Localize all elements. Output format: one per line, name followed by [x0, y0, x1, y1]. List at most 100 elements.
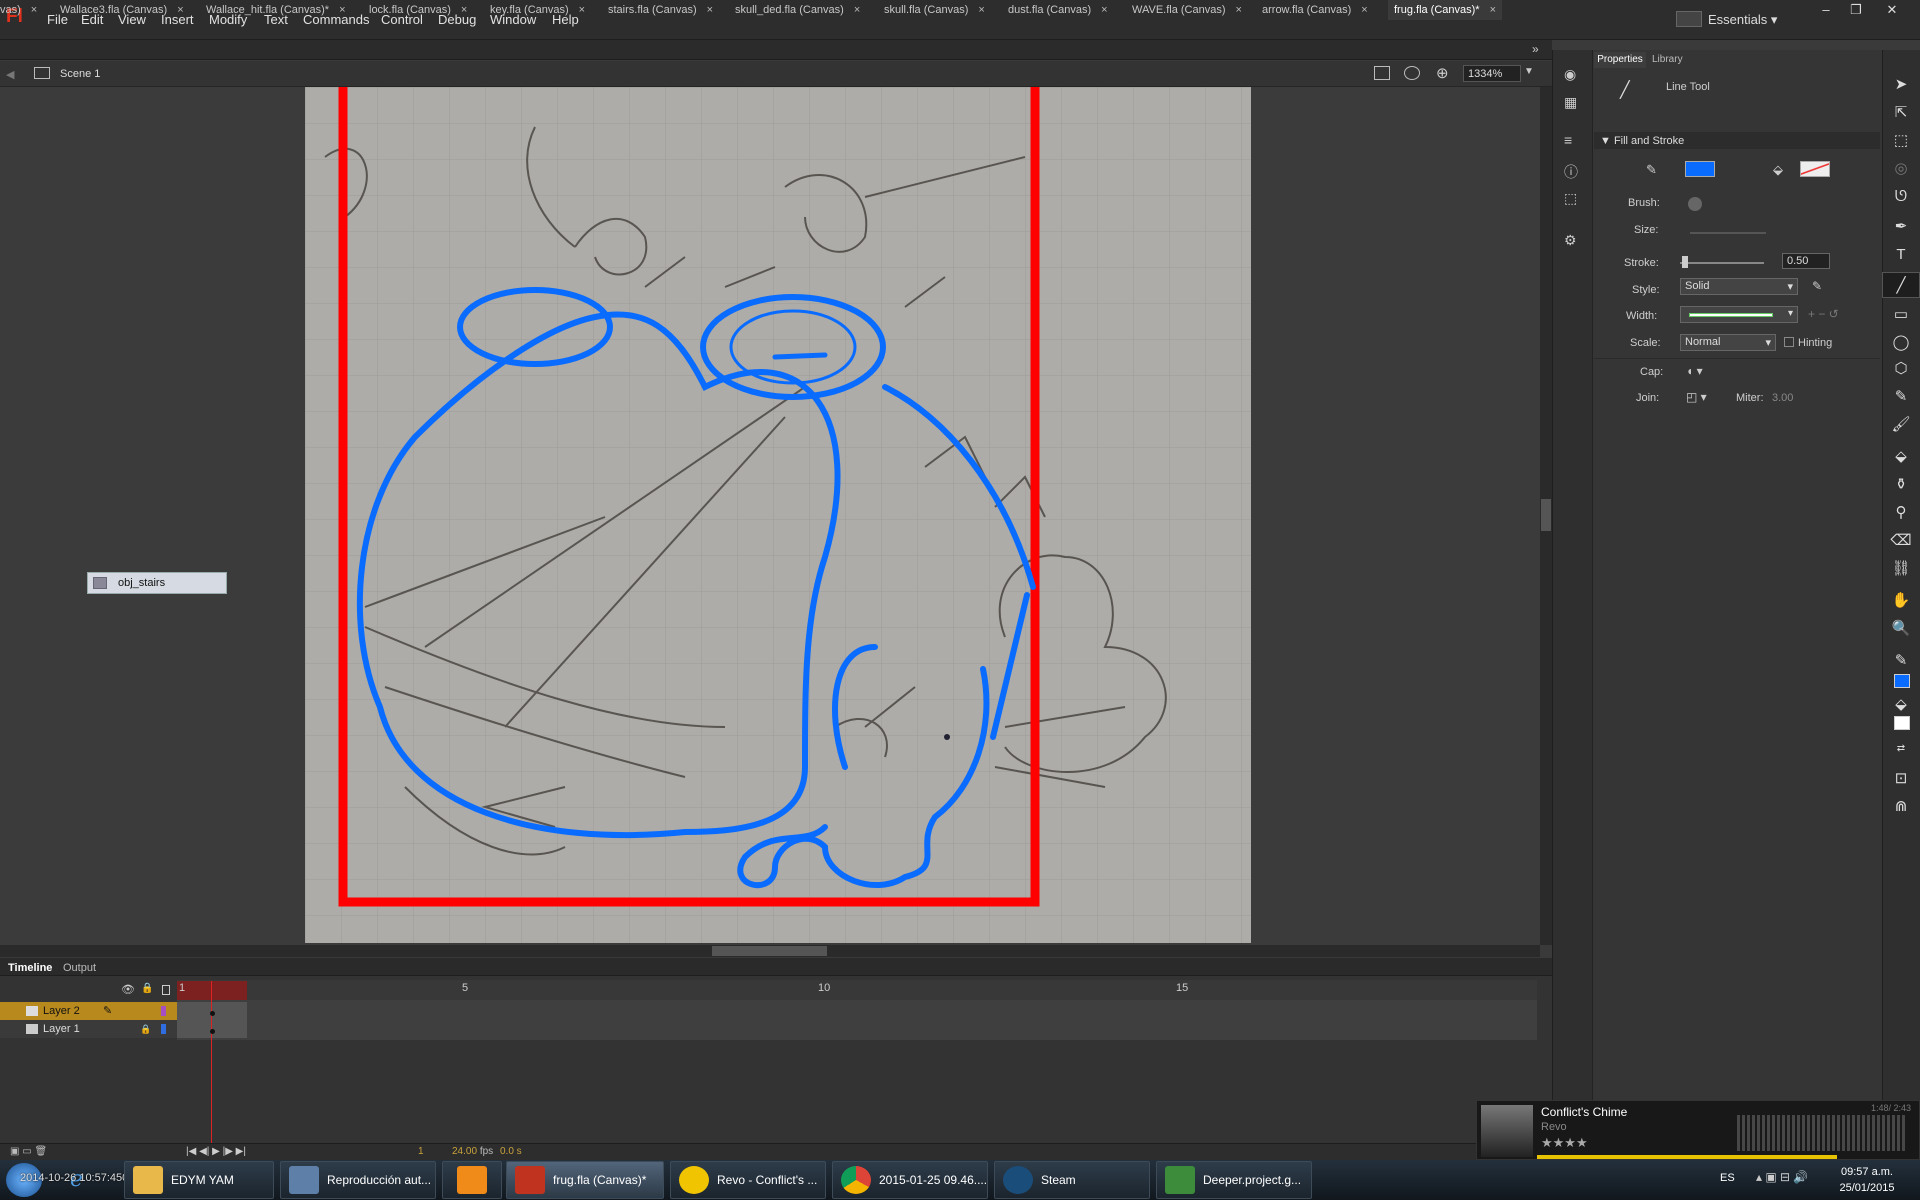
3d-rotation-tool-icon[interactable]: ◎: [1882, 156, 1920, 182]
track-progress[interactable]: [1537, 1155, 1837, 1159]
frames-grid[interactable]: [177, 1000, 1537, 1040]
taskbar-item[interactable]: Deeper.project.g...: [1156, 1161, 1312, 1199]
doc-tab[interactable]: WAVE.fla (Canvas) ×: [1132, 0, 1242, 20]
size-slider[interactable]: [1690, 232, 1766, 234]
system-clock[interactable]: 09:57 a.m. 25/01/2015: [1820, 1164, 1914, 1196]
close-window-button[interactable]: ✕: [1872, 0, 1912, 22]
outline-icon[interactable]: [162, 985, 170, 995]
tabs-overflow-icon[interactable]: »: [1532, 42, 1539, 56]
width-profile-dropdown[interactable]: ▾: [1680, 306, 1798, 323]
hinting-checkbox[interactable]: [1784, 337, 1794, 347]
horizontal-scrollbar[interactable]: [0, 945, 1540, 957]
join-dropdown[interactable]: ◰ ▾: [1686, 390, 1707, 404]
doc-tab[interactable]: skull.fla (Canvas) ×: [884, 0, 985, 20]
subselection-tool-icon[interactable]: ⇱: [1882, 100, 1920, 126]
frame-ruler[interactable]: [177, 980, 1537, 1000]
hand-tool-icon[interactable]: ✋: [1882, 588, 1920, 614]
maximize-button[interactable]: ❐: [1842, 0, 1870, 22]
new-layer-icon[interactable]: ▣ ▭ 🗑: [10, 1146, 47, 1157]
center-stage-icon[interactable]: ⊕: [1436, 64, 1449, 82]
edit-stroke-style-icon[interactable]: ✎: [1812, 279, 1822, 293]
taskbar-item[interactable]: Steam: [994, 1161, 1150, 1199]
bone-tool-icon[interactable]: ⛓: [1882, 556, 1920, 582]
taskbar-item[interactable]: EDYM YAM: [124, 1161, 274, 1199]
swap-colors-icon[interactable]: ⇄: [1882, 736, 1920, 762]
doc-tab[interactable]: dust.fla (Canvas) ×: [1008, 0, 1108, 20]
playback-controls[interactable]: |◀ ◀| ▶ |▶ ▶|: [186, 1146, 246, 1157]
workspace-switcher[interactable]: Essentials ▾: [1708, 12, 1777, 28]
style-dropdown[interactable]: Solid ▾: [1680, 278, 1798, 295]
polystar-tool-icon[interactable]: ⬡: [1882, 356, 1920, 382]
eye-icon[interactable]: 👁: [121, 983, 135, 996]
vertical-scrollbar[interactable]: [1540, 87, 1552, 945]
layer-color-swatch[interactable]: [161, 1024, 166, 1034]
tray-icons[interactable]: ▴ ▣ ⊟ 🔊: [1756, 1170, 1808, 1184]
scale-dropdown[interactable]: Normal ▾: [1680, 334, 1776, 351]
lock-icon[interactable]: 🔒: [141, 983, 153, 994]
stroke-color-swatch[interactable]: [1685, 161, 1715, 177]
cap-dropdown[interactable]: ◖ ▾: [1686, 364, 1703, 378]
stage-sketch-photo[interactable]: [305, 87, 1251, 943]
rectangle-tool-icon[interactable]: ▭: [1882, 302, 1920, 328]
paint-bucket-tool-icon[interactable]: ⬙: [1882, 444, 1920, 470]
oval-tool-icon[interactable]: ◯: [1882, 330, 1920, 356]
zoom-dropdown-icon[interactable]: ▼: [1524, 66, 1534, 77]
tab-library[interactable]: Library: [1652, 54, 1683, 65]
current-frame[interactable]: 1: [418, 1146, 424, 1157]
taskbar-item[interactable]: Revo - Conflict's ...: [670, 1161, 826, 1199]
music-player-widget[interactable]: Conflict's Chime Revo ★★★★ 1:48/ 2:43: [1476, 1100, 1920, 1160]
align-icon[interactable]: ≡: [1564, 132, 1572, 148]
line-tool-icon[interactable]: ╱: [1882, 272, 1920, 298]
fps-value[interactable]: 24.00 fps: [452, 1146, 493, 1157]
taskbar-item[interactable]: 2015-01-25 09.46....: [832, 1161, 988, 1199]
components-icon[interactable]: ⚙: [1564, 232, 1577, 249]
track-rating[interactable]: ★★★★: [1541, 1135, 1588, 1151]
transform-icon[interactable]: ⬚: [1564, 190, 1577, 207]
toolbar-fill-swatch[interactable]: [1894, 716, 1910, 730]
zoom-input[interactable]: 1334%: [1463, 65, 1521, 82]
swatches-icon[interactable]: ▦: [1564, 94, 1577, 111]
language-indicator[interactable]: ES: [1720, 1172, 1735, 1184]
stroke-slider-thumb[interactable]: [1682, 256, 1688, 268]
miter-value[interactable]: 3.00: [1772, 392, 1793, 404]
color-panel-icon[interactable]: ◉: [1564, 66, 1576, 83]
doc-tab[interactable]: vas) ×: [0, 0, 37, 20]
taskbar-item[interactable]: Reproducción aut...: [280, 1161, 436, 1199]
brush-tool-icon[interactable]: 🖌: [1882, 412, 1920, 438]
vertical-scroll-thumb[interactable]: [1541, 499, 1551, 531]
selection-tool-icon[interactable]: ➤: [1882, 72, 1920, 98]
section-fill-stroke[interactable]: ▼ Fill and Stroke: [1600, 135, 1684, 147]
doc-tab[interactable]: skull_ded.fla (Canvas) ×: [735, 0, 860, 20]
symbol-instance-label[interactable]: obj_stairs: [87, 572, 227, 594]
doc-tab-active[interactable]: frug.fla (Canvas)* ×: [1388, 0, 1503, 20]
taskbar-item[interactable]: [442, 1161, 502, 1199]
doc-tab[interactable]: lock.fla (Canvas) ×: [369, 0, 467, 20]
text-tool-icon[interactable]: T: [1882, 242, 1920, 268]
doc-tab[interactable]: arrow.fla (Canvas) ×: [1262, 0, 1368, 20]
playhead-line[interactable]: [211, 981, 212, 1143]
tab-output[interactable]: Output: [63, 962, 96, 974]
layer-lock-icon[interactable]: 🔒: [140, 1020, 151, 1038]
width-tools-icon[interactable]: + − ↺: [1808, 307, 1839, 321]
eraser-tool-icon[interactable]: ⌫: [1882, 528, 1920, 554]
layer-color-swatch[interactable]: [161, 1006, 166, 1016]
layer-row-layer1[interactable]: Layer 1 🔒: [0, 1020, 177, 1038]
doc-tab[interactable]: Wallace3.fla (Canvas) ×: [60, 0, 184, 20]
tab-properties[interactable]: Properties: [1594, 52, 1646, 68]
doc-tab[interactable]: key.fla (Canvas) ×: [490, 0, 585, 20]
lasso-tool-icon[interactable]: ᘎ: [1882, 184, 1920, 210]
doc-tab[interactable]: Wallace_hit.fla (Canvas)* ×: [206, 0, 346, 20]
doc-tab[interactable]: stairs.fla (Canvas) ×: [608, 0, 713, 20]
snap-icon[interactable]: ⊡: [1882, 766, 1920, 792]
tab-timeline[interactable]: Timeline: [8, 962, 52, 974]
info-icon[interactable]: ⓘ: [1564, 162, 1578, 182]
stroke-slider[interactable]: [1680, 262, 1764, 264]
sync-settings-icon[interactable]: [1676, 11, 1702, 27]
edit-scene-icon[interactable]: [1374, 66, 1390, 80]
back-arrow-icon[interactable]: ◀: [6, 68, 14, 81]
pen-tool-icon[interactable]: ✒: [1882, 214, 1920, 240]
magnet-icon[interactable]: ⋒: [1882, 794, 1920, 820]
free-transform-tool-icon[interactable]: ⬚: [1882, 128, 1920, 154]
edit-symbols-icon[interactable]: [1404, 66, 1420, 80]
stroke-input[interactable]: 0.50: [1782, 253, 1830, 269]
